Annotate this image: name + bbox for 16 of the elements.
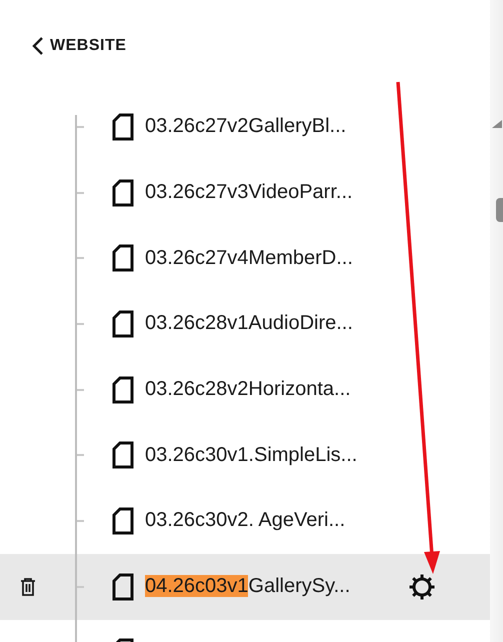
page-title[interactable]: 04.26c03v1GallerySy... [145, 575, 390, 598]
page-row[interactable]: 03.26c27v2GalleryBl... [0, 94, 490, 160]
page-title[interactable]: 03.26c27v4MemberD... [145, 246, 390, 270]
page-title[interactable]: 03.26c27v3VideoParr... [145, 181, 390, 204]
page-title[interactable]: 03.26c30v1.SimpleLis... [145, 444, 390, 467]
page-row[interactable]: 03.26c28v1AudioDire... [0, 291, 490, 357]
page-row[interactable]: 03.26c30v1.SimpleLis... [0, 422, 490, 488]
page-title[interactable]: 03.26c28v2Horizonta... [145, 378, 390, 402]
page-title[interactable]: 03.26c28v1AudioDire... [145, 312, 390, 336]
page-row-selected[interactable]: 04.26c03v1GallerySy... [0, 554, 490, 620]
back-button[interactable]: WEBSITE [32, 36, 126, 56]
page-row[interactable]: 03.26c28v2Horizonta... [0, 356, 490, 422]
page-title[interactable]: 03.26c27v2GalleryBl... [145, 115, 390, 138]
page-title[interactable]: 03.26c30v2. AgeVeri... [145, 509, 390, 532]
page-row[interactable]: 03.26c27v4MemberD... [0, 225, 490, 292]
page-row[interactable]: 03.26c27v3VideoParr... [0, 160, 490, 226]
